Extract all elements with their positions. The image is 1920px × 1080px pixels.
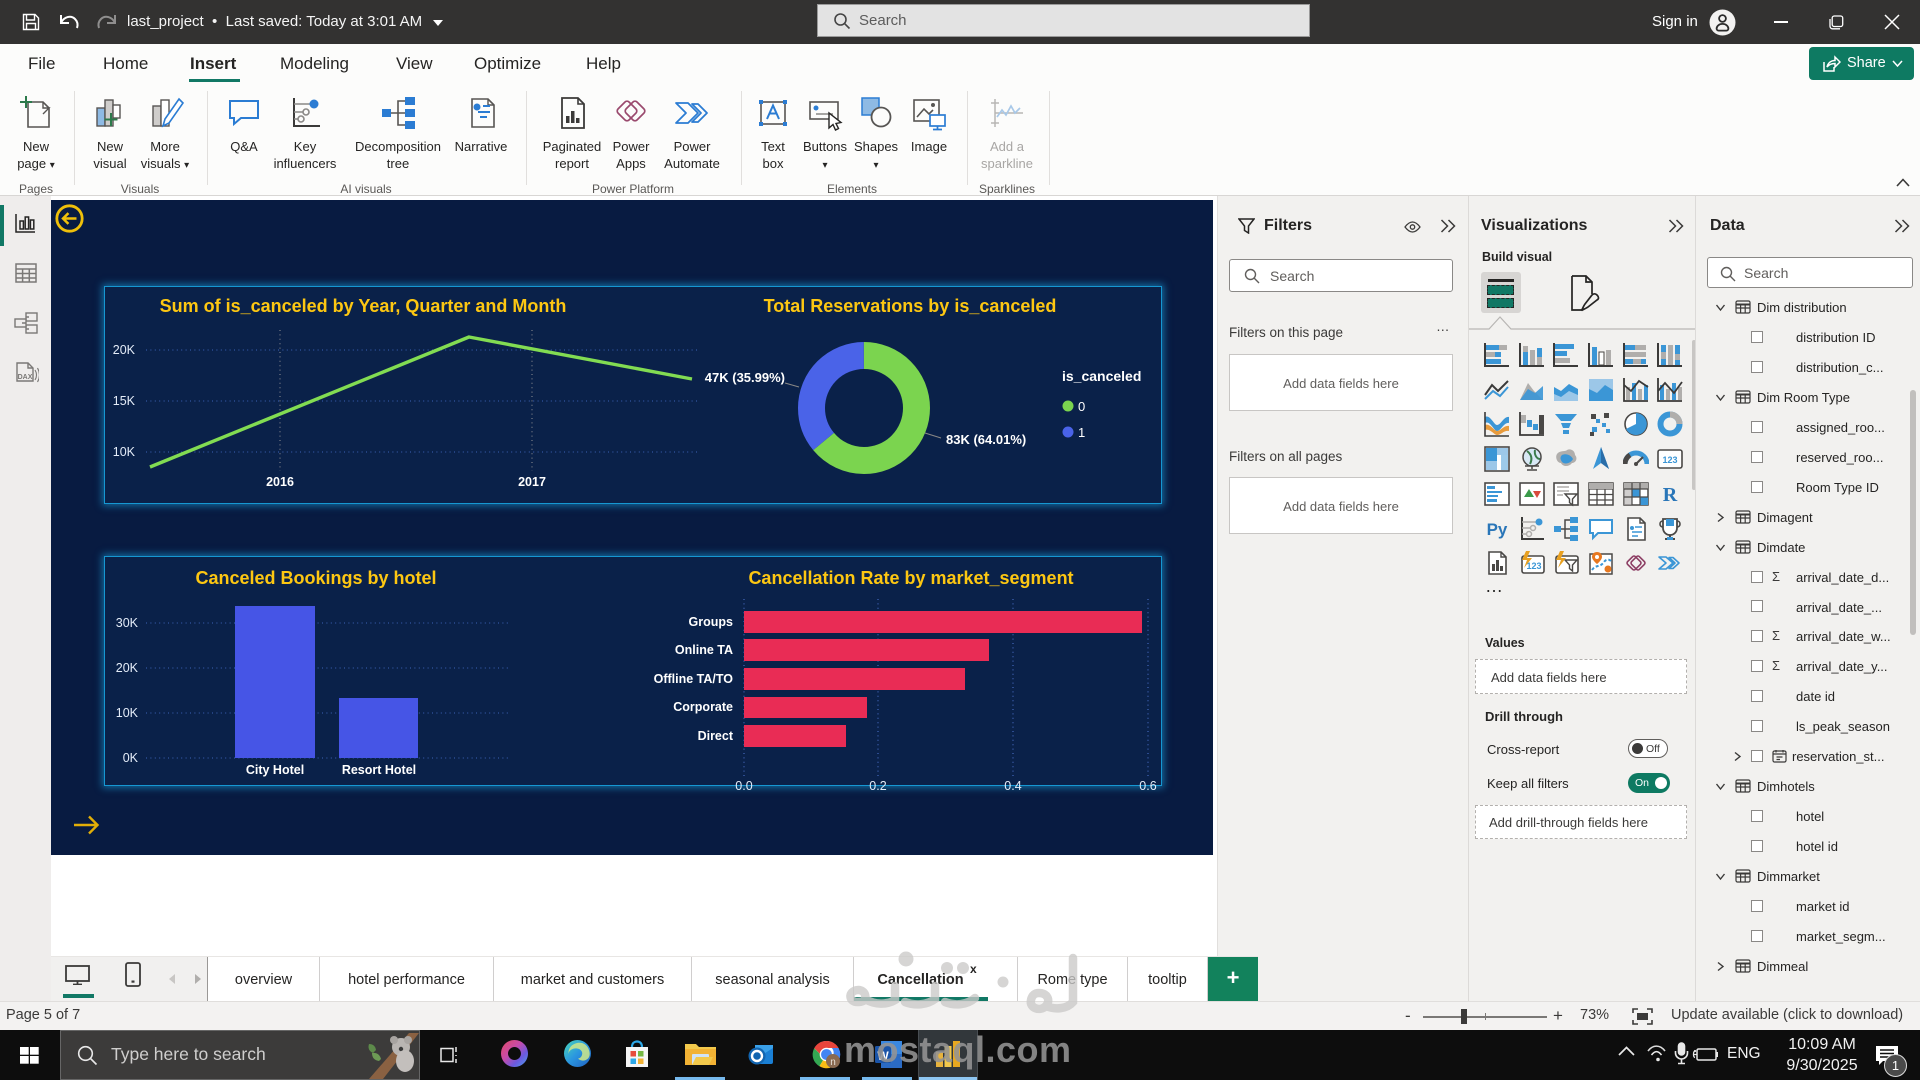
svg-text:is_canceled: is_canceled: [1062, 368, 1141, 384]
svg-text:123: 123: [1526, 561, 1541, 571]
svg-text:n: n: [830, 1057, 836, 1068]
svg-text:2016: 2016: [266, 475, 294, 489]
svg-text:0.4: 0.4: [1004, 779, 1021, 793]
svg-text:123: 123: [1662, 455, 1677, 465]
svg-text:0.0: 0.0: [735, 779, 752, 793]
svg-text:Offline TA/TO: Offline TA/TO: [654, 672, 734, 686]
svg-text:0.6: 0.6: [1139, 779, 1156, 793]
svg-text:15K: 15K: [113, 394, 136, 408]
svg-text:47K (35.99%): 47K (35.99%): [705, 370, 785, 385]
svg-text:R: R: [1663, 484, 1678, 506]
svg-text:Online TA: Online TA: [675, 643, 733, 657]
svg-text:20K: 20K: [116, 661, 139, 675]
svg-text:Corporate: Corporate: [673, 700, 733, 714]
svg-text:1: 1: [1078, 425, 1085, 440]
svg-text:Direct: Direct: [698, 729, 734, 743]
svg-text:Groups: Groups: [689, 615, 733, 629]
svg-text:10K: 10K: [116, 706, 139, 720]
svg-text:0.2: 0.2: [869, 779, 886, 793]
svg-text:DAX: DAX: [18, 374, 33, 381]
svg-text:30K: 30K: [116, 616, 139, 630]
svg-text:10K: 10K: [113, 445, 136, 459]
svg-text:0: 0: [1078, 399, 1085, 414]
svg-text:Resort Hotel: Resort Hotel: [342, 763, 416, 777]
svg-text:20K: 20K: [113, 343, 136, 357]
svg-text:City Hotel: City Hotel: [246, 763, 304, 777]
svg-text:83K (64.01%): 83K (64.01%): [946, 432, 1026, 447]
svg-text:2017: 2017: [518, 475, 546, 489]
svg-text:0K: 0K: [123, 751, 139, 765]
svg-text:Py: Py: [1487, 520, 1508, 539]
